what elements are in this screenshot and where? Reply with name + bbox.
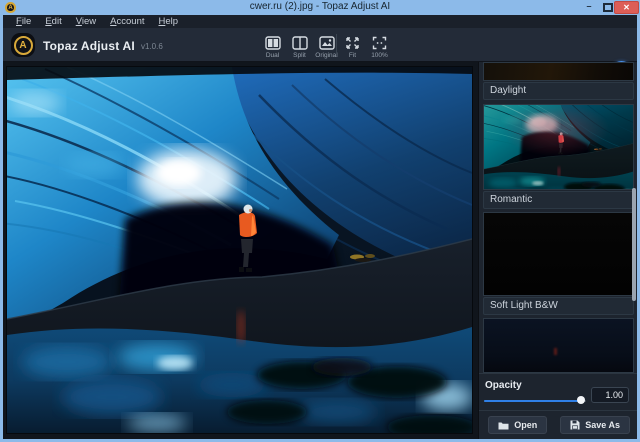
split-view-icon bbox=[291, 35, 308, 50]
close-button[interactable]: ✕ bbox=[614, 1, 639, 14]
open-button[interactable]: Open bbox=[488, 416, 547, 434]
preset-card-daylight[interactable]: Daylight bbox=[483, 62, 634, 100]
save-icon bbox=[570, 420, 580, 430]
titlebar[interactable]: A cwer.ru (2).jpg - Topaz Adjust AI – ✕ bbox=[0, 0, 640, 15]
preset-thumbnail-next bbox=[483, 318, 634, 373]
preset-thumbnail-romantic bbox=[483, 104, 634, 190]
menu-view[interactable]: View bbox=[69, 15, 103, 28]
preset-card-romantic[interactable]: Romantic bbox=[483, 104, 634, 209]
presets-scrollbar[interactable] bbox=[632, 188, 636, 301]
dual-view-button[interactable]: Dual bbox=[260, 35, 285, 59]
menu-help[interactable]: Help bbox=[152, 15, 186, 28]
menu-account[interactable]: Account bbox=[103, 15, 151, 28]
fit-button[interactable]: Fit bbox=[340, 35, 365, 59]
split-view-button[interactable]: Split bbox=[287, 35, 312, 59]
opacity-slider-fill bbox=[484, 400, 581, 402]
zoom-mode-group: Fit 100% bbox=[340, 35, 392, 59]
toolbar-divider bbox=[336, 34, 337, 56]
fit-icon bbox=[344, 35, 361, 50]
view-mode-group: Dual Split Original bbox=[260, 35, 339, 59]
panel-footer: Open Save As bbox=[479, 410, 637, 439]
opacity-slider-handle[interactable] bbox=[577, 396, 585, 404]
save-as-button[interactable]: Save As bbox=[560, 416, 630, 434]
folder-icon bbox=[498, 421, 509, 430]
opacity-slider[interactable] bbox=[484, 396, 586, 406]
original-view-icon bbox=[318, 35, 335, 50]
logo-letter: A bbox=[14, 36, 33, 55]
topaz-logo-icon: A bbox=[11, 33, 35, 57]
app-version: v1.0.6 bbox=[141, 42, 163, 51]
image-canvas[interactable] bbox=[3, 62, 478, 439]
app-header: A Topaz Adjust AI v1.0.6 Dual Split bbox=[3, 28, 637, 62]
dual-view-icon bbox=[264, 35, 281, 50]
preset-card-next[interactable] bbox=[483, 318, 634, 373]
zoom-100-icon bbox=[371, 35, 388, 50]
preset-thumbnail-softlight-bw bbox=[483, 212, 634, 296]
thumbnail-figure-speck bbox=[554, 348, 557, 355]
opacity-label: Opacity bbox=[485, 380, 522, 391]
window-title: cwer.ru (2).jpg - Topaz Adjust AI bbox=[0, 1, 640, 12]
menubar: File Edit View Account Help bbox=[3, 15, 637, 28]
preset-thumbnail-daylight bbox=[483, 62, 634, 81]
minimize-button[interactable]: – bbox=[582, 0, 596, 14]
preset-label: Soft Light B&W bbox=[483, 297, 634, 315]
romantic-tint-overlay bbox=[484, 105, 633, 189]
app-title: Topaz Adjust AI bbox=[43, 39, 135, 53]
save-as-button-label: Save As bbox=[585, 420, 620, 430]
opacity-value-field[interactable]: 1.00 bbox=[591, 387, 629, 403]
presets-panel: Daylight Romantic Soft Light B&W bbox=[478, 62, 637, 439]
preset-label: Daylight bbox=[483, 82, 634, 100]
photo-ice-cave[interactable] bbox=[7, 67, 472, 433]
preset-list[interactable]: Daylight Romantic Soft Light B&W bbox=[479, 62, 637, 373]
menu-file[interactable]: File bbox=[9, 15, 38, 28]
app-window: A cwer.ru (2).jpg - Topaz Adjust AI – ✕ … bbox=[0, 0, 640, 442]
open-button-label: Open bbox=[514, 420, 537, 430]
maximize-button[interactable] bbox=[603, 3, 613, 12]
preset-card-softlight-bw[interactable]: Soft Light B&W bbox=[483, 212, 634, 315]
menu-edit[interactable]: Edit bbox=[38, 15, 68, 28]
zoom-100-button[interactable]: 100% bbox=[367, 35, 392, 59]
opacity-section: Opacity 1.00 bbox=[479, 373, 637, 410]
preset-label: Romantic bbox=[483, 191, 634, 209]
